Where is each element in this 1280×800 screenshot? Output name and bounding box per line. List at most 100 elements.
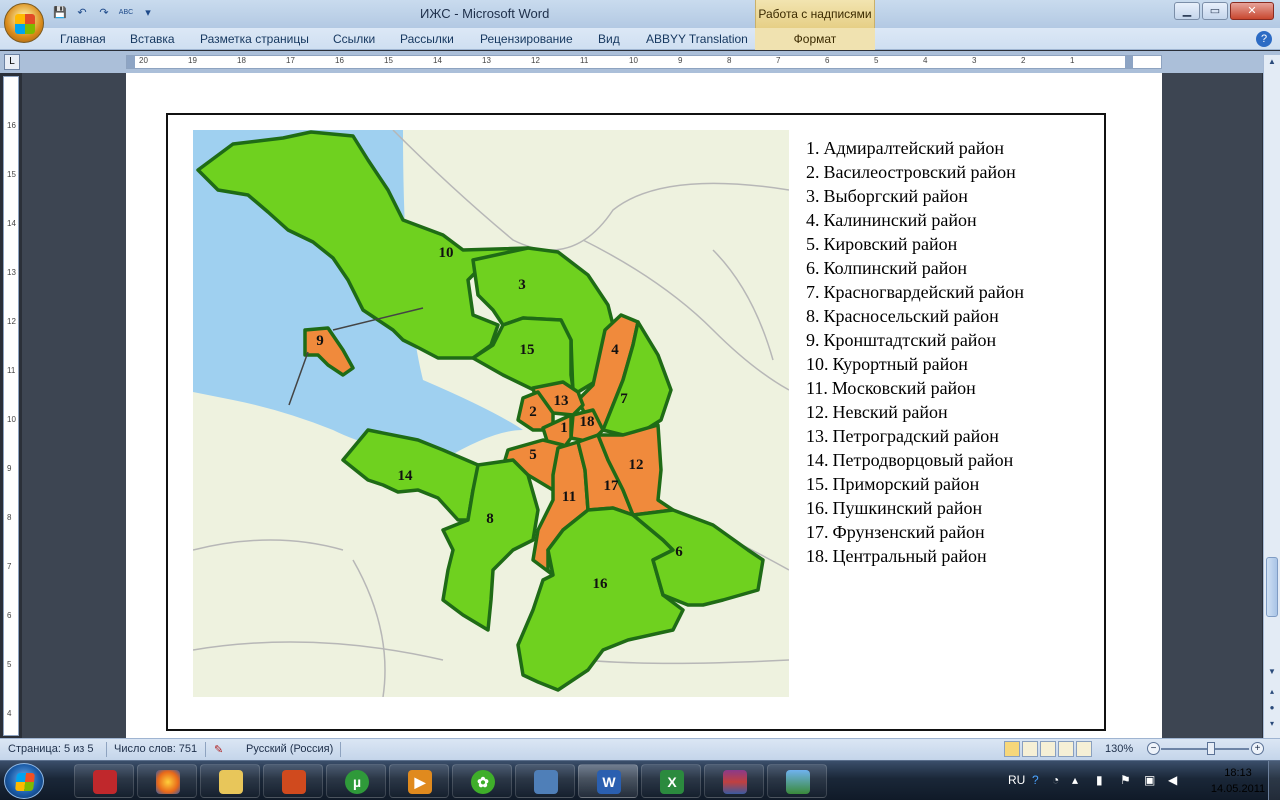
clock-time: 18:13 [1224, 767, 1252, 779]
spellcheck-icon[interactable]: ABC [118, 5, 134, 21]
winrar-icon [723, 770, 747, 794]
tab-references[interactable]: Ссылки [333, 32, 375, 46]
close-button[interactable]: ✕ [1230, 2, 1274, 20]
zoom-slider[interactable]: − + [1147, 742, 1265, 756]
taskbar-powerpoint[interactable] [263, 764, 323, 798]
taskbar-clock[interactable]: 18:13 14.05.2011 [1208, 765, 1268, 797]
word-count-status[interactable]: Число слов: 751 [114, 743, 197, 755]
legend-district-name: Калининский район [823, 210, 977, 230]
taskbar-explorer[interactable] [200, 764, 260, 798]
zoom-out-icon[interactable]: − [1147, 742, 1160, 755]
map-label-12: 12 [629, 457, 644, 473]
status-separator [205, 742, 206, 757]
horizontal-ruler[interactable]: 20 19 18 17 16 15 14 13 12 11 10 9 8 7 6 5 4 3 2 1 [126, 55, 1162, 69]
language-status[interactable]: Русский (Россия) [246, 743, 333, 755]
legend-item: 3. Выборгский район [806, 185, 1024, 209]
taskbar-excel[interactable]: X [641, 764, 701, 798]
taskbar-word[interactable]: W [578, 764, 638, 798]
legend-item: 12. Невский район [806, 401, 1024, 425]
pdf-reader-icon [93, 770, 117, 794]
ruler-tick-label: 7 [776, 56, 781, 65]
maximize-button[interactable]: ▭ [1202, 2, 1228, 20]
volume-tray-icon[interactable]: ◀ [1168, 773, 1177, 787]
taskbar-media-player[interactable]: ▶ [389, 764, 449, 798]
save-icon[interactable]: 💾 [52, 5, 68, 21]
outline-view-icon[interactable] [1058, 741, 1074, 757]
page-count-status[interactable]: Страница: 5 из 5 [8, 743, 94, 755]
powerpoint-icon [282, 770, 306, 794]
legend-number: 5. [806, 234, 820, 254]
tab-view[interactable]: Вид [598, 32, 620, 46]
legend-district-name: Кировский район [823, 234, 958, 254]
tab-format[interactable]: Формат [755, 28, 875, 50]
district-legend: 1. Адмиралтейский район 2. Василеостровский… [806, 137, 1024, 569]
network-tray-icon[interactable]: ◔ [1052, 773, 1059, 787]
zoom-slider-thumb[interactable] [1207, 742, 1215, 755]
draft-view-icon[interactable] [1076, 741, 1092, 757]
legend-item: 13. Петроградский район [806, 425, 1024, 449]
vertical-scrollbar[interactable]: ▲ ▼ ▴ ● ▾ [1263, 55, 1280, 738]
legend-number: 12. [806, 402, 829, 422]
tab-insert[interactable]: Вставка [130, 32, 175, 46]
device-tray-icon[interactable]: ▣ [1144, 773, 1155, 787]
signal-tray-icon[interactable]: ▮ [1096, 773, 1103, 787]
left-indent-marker[interactable] [127, 56, 135, 68]
taskbar-winrar[interactable] [704, 764, 764, 798]
tab-page-layout[interactable]: Разметка страницы [200, 32, 309, 46]
tab-selector-button[interactable]: L [4, 54, 20, 70]
taskbar-icq[interactable]: ✿ [452, 764, 512, 798]
show-desktop-button[interactable] [1268, 761, 1280, 800]
scroll-down-arrow-icon[interactable]: ▼ [1266, 667, 1278, 681]
legend-number: 9. [806, 330, 820, 350]
taskbar-utorrent[interactable]: µ [326, 764, 386, 798]
taskbar-control-panel[interactable] [515, 764, 575, 798]
show-hidden-icons-icon[interactable]: ▴ [1072, 773, 1078, 787]
office-button[interactable] [4, 3, 44, 43]
taskbar-image-viewer[interactable] [767, 764, 827, 798]
redo-icon[interactable]: ↷ [96, 5, 112, 21]
map-label-5: 5 [529, 447, 537, 463]
map-label-18: 18 [580, 414, 595, 430]
legend-item: 14. Петродворцовый район [806, 449, 1024, 473]
legend-item: 1. Адмиралтейский район [806, 137, 1024, 161]
right-indent-marker[interactable] [1125, 56, 1133, 68]
zoom-in-icon[interactable]: + [1251, 742, 1264, 755]
flag-tray-icon[interactable]: ⚑ [1120, 773, 1131, 787]
ruler-tick-label: 17 [286, 56, 295, 65]
select-browse-object-icon[interactable]: ● [1266, 703, 1278, 717]
scroll-up-arrow-icon[interactable]: ▲ [1266, 57, 1278, 71]
view-buttons [1004, 741, 1092, 757]
prev-page-icon[interactable]: ▴ [1266, 687, 1278, 701]
ruler-tick-label: 15 [384, 56, 393, 65]
minimize-button[interactable]: ▁ [1174, 2, 1200, 20]
word-icon: W [597, 770, 621, 794]
next-page-icon[interactable]: ▾ [1266, 719, 1278, 733]
undo-icon[interactable]: ↶ [74, 5, 90, 21]
tab-review[interactable]: Рецензирование [480, 32, 573, 46]
tab-home[interactable]: Главная [60, 32, 106, 46]
legend-item: 8. Красносельский район [806, 305, 1024, 329]
ruler-tick-label: 5 [874, 56, 879, 65]
map-label-8: 8 [486, 511, 494, 527]
legend-number: 16. [806, 498, 829, 518]
tab-mailings[interactable]: Рассылки [400, 32, 454, 46]
web-layout-view-icon[interactable] [1040, 741, 1056, 757]
print-layout-view-icon[interactable] [1004, 741, 1020, 757]
district-map: 1 2 3 4 5 6 7 8 9 10 11 12 13 14 15 16 1… [193, 130, 789, 697]
start-button[interactable] [4, 763, 44, 799]
taskbar-firefox[interactable] [137, 764, 197, 798]
legend-number: 13. [806, 426, 829, 446]
scroll-thumb[interactable] [1266, 557, 1278, 617]
full-screen-reading-view-icon[interactable] [1022, 741, 1038, 757]
ruler-tick-label: 3 [972, 56, 977, 65]
help-tray-icon[interactable]: ? [1032, 773, 1039, 787]
language-indicator[interactable]: RU [1008, 773, 1025, 787]
proofing-icon[interactable]: ✎ [214, 743, 223, 756]
tab-abbyy[interactable]: ABBYY Translation [646, 32, 748, 46]
legend-number: 11. [806, 378, 828, 398]
folder-icon [219, 770, 243, 794]
taskbar-pdf-reader[interactable] [74, 764, 134, 798]
zoom-level[interactable]: 130% [1105, 743, 1133, 755]
help-icon[interactable]: ? [1256, 31, 1272, 47]
customize-qat-icon[interactable]: ▾ [140, 5, 156, 21]
